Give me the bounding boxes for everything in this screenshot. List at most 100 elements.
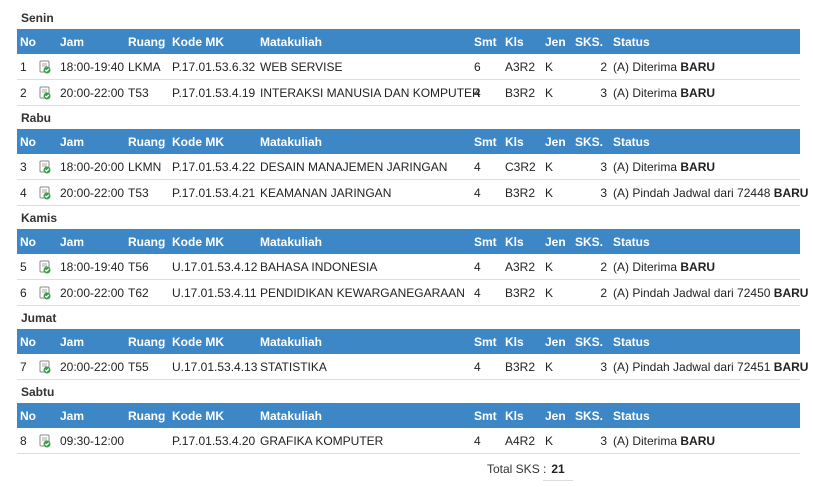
cell-jen: K: [542, 179, 572, 206]
column-header: Kls: [505, 408, 524, 423]
cell-jam: 18:00-20:00: [57, 154, 125, 180]
column-header: Matakuliah: [260, 134, 323, 149]
cell-smt: 4: [471, 279, 502, 306]
row-icon-cell: [35, 54, 57, 80]
table-row: 6 20:00-22:00 T62 U.17.01.53.4.11 PENDIDIKAN…: [17, 279, 808, 306]
column-header: Smt: [474, 34, 497, 49]
cell-kode-mk: P.17.01.53.4.20: [169, 428, 257, 454]
cell-ruang: T53: [125, 179, 169, 206]
cell-smt: 4: [471, 79, 502, 106]
status-badge: BARU: [680, 159, 716, 174]
cell-status: (A) Diterima BARU: [610, 254, 800, 280]
column-header: SKS.: [575, 234, 604, 249]
document-check-icon[interactable]: [38, 360, 52, 374]
column-header: Smt: [474, 334, 497, 349]
document-check-icon[interactable]: [38, 60, 52, 74]
status-badge: BARU: [680, 59, 716, 74]
column-header: Status: [613, 34, 650, 49]
table-row: 2 20:00-22:00 T53 P.17.01.53.4.19 INTERAKSI …: [17, 79, 800, 106]
row-number: 2: [17, 79, 35, 106]
column-header: Jen: [545, 334, 566, 349]
cell-jen: K: [542, 279, 572, 306]
schedule-table: No Jam Ruang Kode MK Matakuliah Smt Kls Jen SKS.…: [17, 229, 808, 306]
status-text: (A) Pindah Jadwal dari 72448: [613, 185, 771, 200]
cell-matakuliah: INTERAKSI MANUSIA DAN KOMPUTER: [257, 79, 481, 106]
cell-status: (A) Diterima BARU: [610, 154, 800, 180]
cell-kode-mk: P.17.01.53.6.32: [169, 54, 257, 80]
cell-smt: 4: [471, 254, 502, 280]
cell-sks: 3: [572, 354, 610, 380]
cell-ruang: T53: [125, 79, 169, 106]
column-header: No: [20, 408, 36, 423]
column-header: No: [20, 134, 36, 149]
cell-jam: 18:00-19:40: [57, 254, 125, 280]
table-row: 4 20:00-22:00 T53 P.17.01.53.4.21 KEAMANAN J…: [17, 179, 808, 206]
cell-smt: 4: [471, 179, 502, 206]
column-header: Jam: [60, 408, 85, 423]
column-header: Ruang: [128, 134, 166, 149]
status-text: (A) Diterima: [613, 85, 678, 100]
schedule-table: No Jam Ruang Kode MK Matakuliah Smt Kls Jen SKS.…: [17, 29, 800, 106]
document-check-icon[interactable]: [38, 86, 52, 100]
cell-matakuliah: GRAFIKA KOMPUTER: [257, 428, 471, 454]
cell-kode-mk: P.17.01.53.4.21: [169, 179, 257, 206]
table-header-row: No Jam Ruang Kode MK Matakuliah Smt Kls Jen SKS.…: [17, 329, 800, 354]
cell-sks: 3: [572, 428, 610, 454]
column-header: Jen: [545, 134, 566, 149]
table-row: 7 20:00-22:00 T55 U.17.01.53.4.13 STATISTIKA…: [17, 354, 808, 380]
row-icon-cell: [35, 354, 57, 380]
column-header: Jam: [60, 34, 85, 49]
column-header: No: [20, 234, 36, 249]
row-icon-cell: [35, 179, 57, 206]
cell-jam: 20:00-22:00: [57, 354, 125, 380]
document-check-icon[interactable]: [38, 260, 52, 274]
column-header: Matakuliah: [260, 34, 323, 49]
document-check-icon[interactable]: [38, 434, 52, 448]
cell-kls: C3R2: [502, 154, 542, 180]
cell-sks: 2: [572, 54, 610, 80]
document-check-icon[interactable]: [38, 186, 52, 200]
day-title: Jumat: [21, 311, 57, 325]
table-header-row: No Jam Ruang Kode MK Matakuliah Smt Kls Jen SKS.…: [17, 229, 800, 254]
document-check-icon[interactable]: [38, 160, 52, 174]
cell-kls: A4R2: [502, 428, 542, 454]
cell-matakuliah: WEB SERVISE: [257, 54, 471, 80]
status-text: (A) Pindah Jadwal dari 72450: [613, 285, 771, 300]
cell-jen: K: [542, 254, 572, 280]
column-header: Status: [613, 234, 650, 249]
row-number: 6: [17, 279, 35, 306]
cell-jam: 18:00-19:40: [57, 54, 125, 80]
cell-jam: 20:00-22:00: [57, 179, 125, 206]
table-header-row: No Jam Ruang Kode MK Matakuliah Smt Kls Jen SKS.…: [17, 403, 800, 428]
document-check-icon[interactable]: [38, 286, 52, 300]
cell-kls: A3R2: [502, 54, 542, 80]
cell-kls: A3R2: [502, 254, 542, 280]
cell-ruang: LKMN: [125, 154, 169, 180]
column-header: Kls: [505, 134, 524, 149]
status-badge: BARU: [680, 85, 716, 100]
cell-jen: K: [542, 354, 572, 380]
cell-smt: 4: [471, 354, 502, 380]
cell-smt: 4: [471, 428, 502, 454]
column-header: Matakuliah: [260, 234, 323, 249]
column-header: Smt: [474, 234, 497, 249]
cell-ruang: T56: [125, 254, 169, 280]
cell-jen: K: [542, 79, 572, 106]
status-badge: BARU: [680, 433, 716, 448]
status-text: (A) Pindah Jadwal dari 72451: [613, 359, 771, 374]
column-header: Kode MK: [172, 34, 224, 49]
cell-jam: 20:00-22:00: [57, 279, 125, 306]
column-header: SKS.: [575, 34, 604, 49]
status-badge: BARU: [773, 359, 809, 374]
row-number: 8: [17, 428, 35, 454]
table-header-row: No Jam Ruang Kode MK Matakuliah Smt Kls Jen SKS.…: [17, 29, 800, 54]
cell-jen: K: [542, 54, 572, 80]
schedule-table: No Jam Ruang Kode MK Matakuliah Smt Kls Jen SKS.…: [17, 329, 808, 380]
cell-jen: K: [542, 428, 572, 454]
status-text: (A) Diterima: [613, 59, 678, 74]
cell-sks: 3: [572, 154, 610, 180]
column-header: Kode MK: [172, 134, 224, 149]
column-header: Smt: [474, 134, 497, 149]
cell-kls: B3R2: [502, 79, 542, 106]
day-title: Senin: [21, 11, 54, 25]
